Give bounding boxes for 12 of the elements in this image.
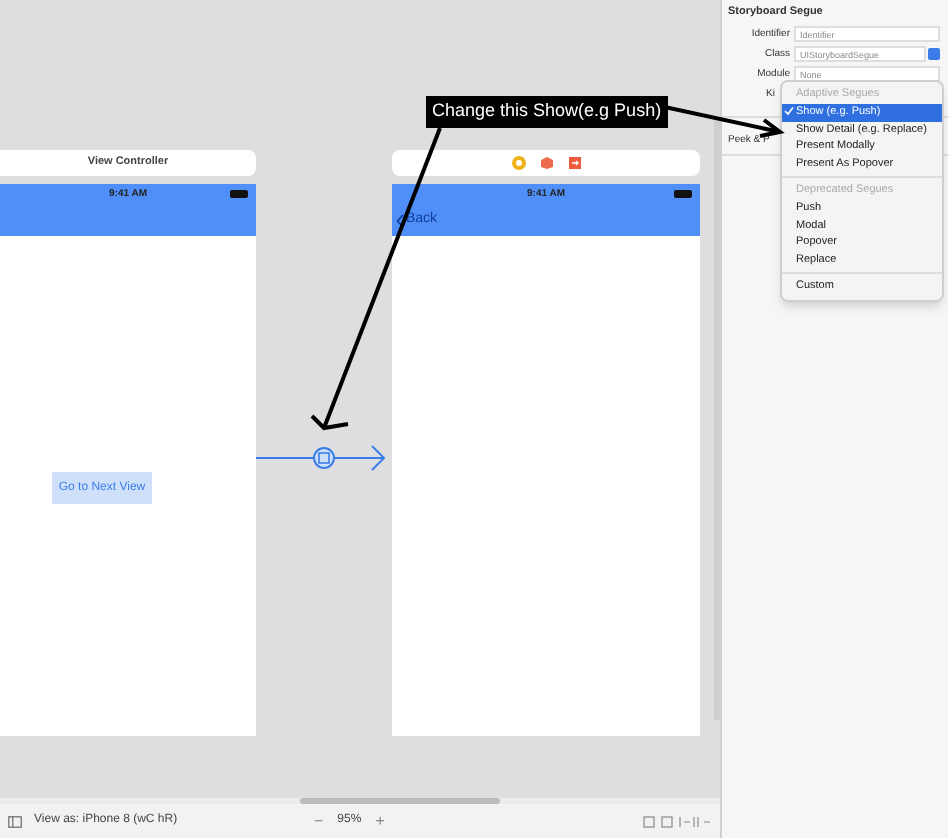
chevron-icon [396, 213, 404, 228]
cube-icon [539, 156, 553, 170]
dropdown-icon[interactable] [928, 48, 940, 61]
segue-connector[interactable] [256, 444, 388, 472]
battery-icon [674, 190, 694, 198]
scrollbar[interactable] [300, 798, 500, 804]
annotation-label: Change this Show(e.g Push) [426, 96, 668, 128]
battery-icon [230, 190, 250, 198]
annotation-arrow [656, 100, 788, 140]
exit-icon [567, 156, 581, 170]
sidebar-toggle-icon[interactable] [8, 815, 22, 827]
view-controller-icon [511, 156, 525, 170]
